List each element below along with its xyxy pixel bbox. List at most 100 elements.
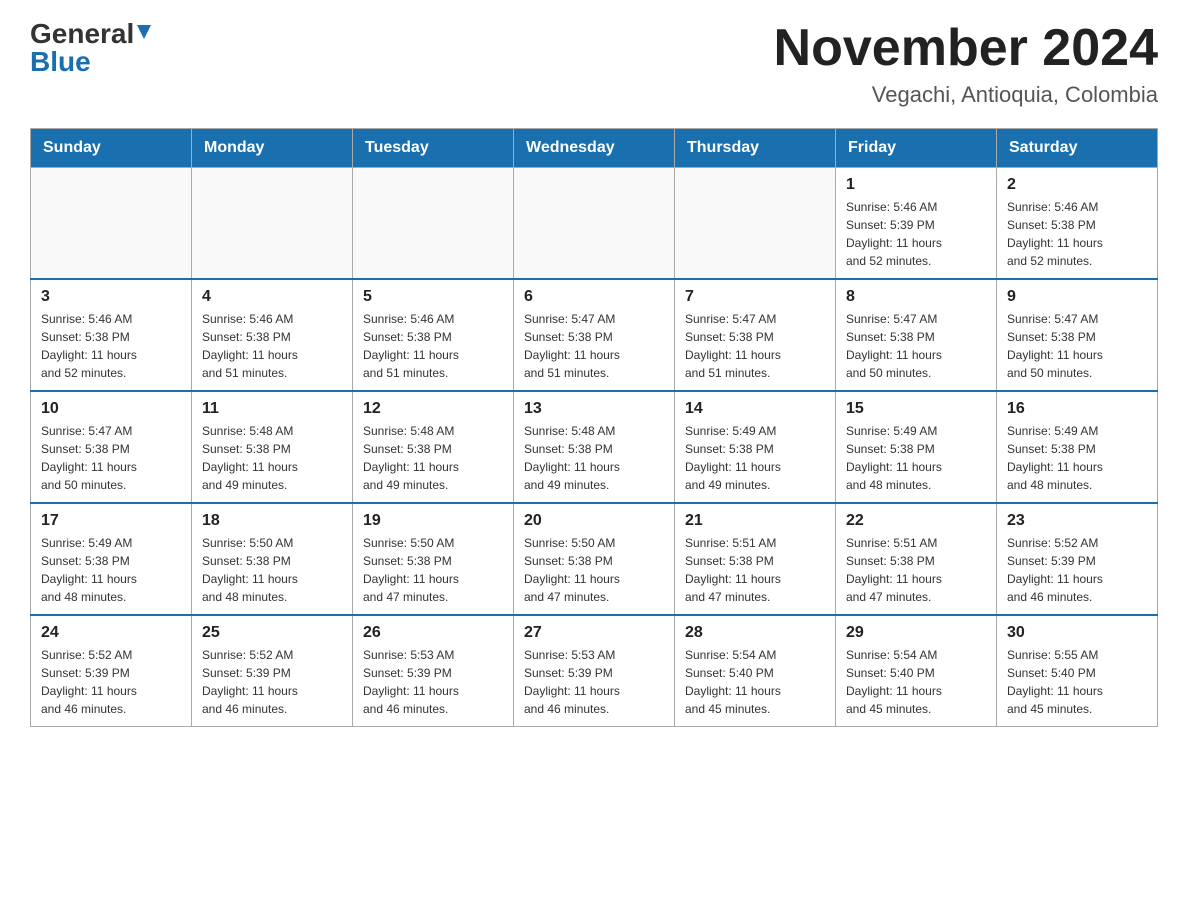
table-row: 29Sunrise: 5:54 AM Sunset: 5:40 PM Dayli… (836, 615, 997, 727)
day-info: Sunrise: 5:46 AM Sunset: 5:39 PM Dayligh… (846, 198, 986, 270)
calendar-week-row: 10 Sunrise: 5:47 AM Sunset: 5:38 PM Dayli… (31, 391, 1158, 503)
day-info: Sunrise: 5:50 AM Sunset: 5:38 PM Dayligh… (524, 534, 664, 606)
header-friday: Friday (836, 129, 997, 168)
day-number: 18 (202, 512, 342, 530)
table-row: 17 Sunrise: 5:49 AM Sunset: 5:38 PM Dayli… (31, 503, 192, 615)
day-info: Sunrise: 5:51 AM Sunset: 5:38 PM Dayligh… (846, 534, 986, 606)
table-row: 9 Sunrise: 5:47 AM Sunset: 5:38 PM Daylig… (997, 279, 1158, 391)
day-number: 30 (1007, 624, 1147, 642)
title-section: November 2024 Vegachi, Antioquia, Colomb… (774, 20, 1158, 108)
day-number: 3 (41, 288, 181, 306)
day-info: Sunrise: 5:54 AM Sunset: 5:40 PM Dayligh… (685, 646, 825, 718)
table-row: 22 Sunrise: 5:51 AM Sunset: 5:38 PM Dayli… (836, 503, 997, 615)
table-row: 3 Sunrise: 5:46 AM Sunset: 5:38 PM Daylig… (31, 279, 192, 391)
day-info: Sunrise: 5:52 AM Sunset: 5:39 PM Dayligh… (1007, 534, 1147, 606)
table-row: 28Sunrise: 5:54 AM Sunset: 5:40 PM Dayli… (675, 615, 836, 727)
day-number: 17 (41, 512, 181, 530)
day-info: Sunrise: 5:53 AM Sunset: 5:39 PM Dayligh… (363, 646, 503, 718)
header-sunday: Sunday (31, 129, 192, 168)
day-info: Sunrise: 5:49 AM Sunset: 5:38 PM Dayligh… (846, 422, 986, 494)
weekday-header-row: Sunday Monday Tuesday Wednesday Thursday… (31, 129, 1158, 168)
table-row: 16 Sunrise: 5:49 AM Sunset: 5:38 PM Dayli… (997, 391, 1158, 503)
day-number: 10 (41, 400, 181, 418)
header-saturday: Saturday (997, 129, 1158, 168)
calendar-week-row: 17 Sunrise: 5:49 AM Sunset: 5:38 PM Dayli… (31, 503, 1158, 615)
table-row: 2Sunrise: 5:46 AM Sunset: 5:38 PM Daylig… (997, 168, 1158, 280)
table-row: 26 Sunrise: 5:53 AM Sunset: 5:39 PM Dayli… (353, 615, 514, 727)
day-info: Sunrise: 5:51 AM Sunset: 5:38 PM Dayligh… (685, 534, 825, 606)
day-number: 23 (1007, 512, 1147, 530)
table-row: 27 Sunrise: 5:53 AM Sunset: 5:39 PM Dayli… (514, 615, 675, 727)
day-info: Sunrise: 5:49 AM Sunset: 5:38 PM Dayligh… (41, 534, 181, 606)
table-row: 18 Sunrise: 5:50 AM Sunset: 5:38 PM Dayli… (192, 503, 353, 615)
calendar-subtitle: Vegachi, Antioquia, Colombia (774, 82, 1158, 108)
day-info: Sunrise: 5:54 AM Sunset: 5:40 PM Dayligh… (846, 646, 986, 718)
day-number: 8 (846, 288, 986, 306)
table-row (353, 168, 514, 280)
day-number: 4 (202, 288, 342, 306)
table-row (192, 168, 353, 280)
table-row: 1Sunrise: 5:46 AM Sunset: 5:39 PM Daylig… (836, 168, 997, 280)
table-row: 23 Sunrise: 5:52 AM Sunset: 5:39 PM Dayli… (997, 503, 1158, 615)
day-info: Sunrise: 5:48 AM Sunset: 5:38 PM Dayligh… (363, 422, 503, 494)
calendar-week-row: 3 Sunrise: 5:46 AM Sunset: 5:38 PM Daylig… (31, 279, 1158, 391)
table-row: 6 Sunrise: 5:47 AM Sunset: 5:38 PM Daylig… (514, 279, 675, 391)
day-info: Sunrise: 5:46 AM Sunset: 5:38 PM Dayligh… (202, 310, 342, 382)
calendar-week-row: 1Sunrise: 5:46 AM Sunset: 5:39 PM Daylig… (31, 168, 1158, 280)
day-number: 20 (524, 512, 664, 530)
day-info: Sunrise: 5:48 AM Sunset: 5:38 PM Dayligh… (524, 422, 664, 494)
table-row: 5Sunrise: 5:46 AM Sunset: 5:38 PM Daylig… (353, 279, 514, 391)
calendar-week-row: 24 Sunrise: 5:52 AM Sunset: 5:39 PM Dayli… (31, 615, 1158, 727)
table-row: 24Sunrise: 5:52 AM Sunset: 5:39 PM Dayli… (31, 615, 192, 727)
table-row: 4 Sunrise: 5:46 AM Sunset: 5:38 PM Daylig… (192, 279, 353, 391)
table-row: 11 Sunrise: 5:48 AM Sunset: 5:38 PM Dayli… (192, 391, 353, 503)
day-number: 11 (202, 400, 342, 418)
day-number: 14 (685, 400, 825, 418)
day-info: Sunrise: 5:47 AM Sunset: 5:38 PM Dayligh… (524, 310, 664, 382)
table-row: 12Sunrise: 5:48 AM Sunset: 5:38 PM Dayli… (353, 391, 514, 503)
calendar-title: November 2024 (774, 20, 1158, 77)
header-wednesday: Wednesday (514, 129, 675, 168)
day-number: 22 (846, 512, 986, 530)
day-info: Sunrise: 5:49 AM Sunset: 5:38 PM Dayligh… (1007, 422, 1147, 494)
day-number: 19 (363, 512, 503, 530)
day-info: Sunrise: 5:46 AM Sunset: 5:38 PM Dayligh… (41, 310, 181, 382)
header-thursday: Thursday (675, 129, 836, 168)
table-row: 20 Sunrise: 5:50 AM Sunset: 5:38 PM Dayli… (514, 503, 675, 615)
day-number: 13 (524, 400, 664, 418)
day-number: 25 (202, 624, 342, 642)
day-number: 26 (363, 624, 503, 642)
table-row: 21Sunrise: 5:51 AM Sunset: 5:38 PM Dayli… (675, 503, 836, 615)
table-row: 25 Sunrise: 5:52 AM Sunset: 5:39 PM Dayli… (192, 615, 353, 727)
table-row (514, 168, 675, 280)
day-info: Sunrise: 5:47 AM Sunset: 5:38 PM Dayligh… (685, 310, 825, 382)
page-header: General Blue November 2024 Vegachi, Anti… (30, 20, 1158, 108)
day-number: 6 (524, 288, 664, 306)
day-info: Sunrise: 5:52 AM Sunset: 5:39 PM Dayligh… (202, 646, 342, 718)
table-row: 10 Sunrise: 5:47 AM Sunset: 5:38 PM Dayli… (31, 391, 192, 503)
table-row: 15Sunrise: 5:49 AM Sunset: 5:38 PM Dayli… (836, 391, 997, 503)
logo-general-text: General (30, 20, 134, 48)
day-info: Sunrise: 5:50 AM Sunset: 5:38 PM Dayligh… (363, 534, 503, 606)
day-number: 24 (41, 624, 181, 642)
day-info: Sunrise: 5:47 AM Sunset: 5:38 PM Dayligh… (846, 310, 986, 382)
table-row (31, 168, 192, 280)
day-info: Sunrise: 5:46 AM Sunset: 5:38 PM Dayligh… (1007, 198, 1147, 270)
day-number: 7 (685, 288, 825, 306)
logo: General Blue (30, 20, 153, 78)
logo-blue-text: Blue (30, 46, 91, 78)
day-info: Sunrise: 5:53 AM Sunset: 5:39 PM Dayligh… (524, 646, 664, 718)
table-row: 13 Sunrise: 5:48 AM Sunset: 5:38 PM Dayli… (514, 391, 675, 503)
day-info: Sunrise: 5:48 AM Sunset: 5:38 PM Dayligh… (202, 422, 342, 494)
day-number: 27 (524, 624, 664, 642)
table-row: 8 Sunrise: 5:47 AM Sunset: 5:38 PM Daylig… (836, 279, 997, 391)
day-number: 9 (1007, 288, 1147, 306)
day-number: 16 (1007, 400, 1147, 418)
day-info: Sunrise: 5:55 AM Sunset: 5:40 PM Dayligh… (1007, 646, 1147, 718)
table-row (675, 168, 836, 280)
day-info: Sunrise: 5:47 AM Sunset: 5:38 PM Dayligh… (41, 422, 181, 494)
day-info: Sunrise: 5:50 AM Sunset: 5:38 PM Dayligh… (202, 534, 342, 606)
day-info: Sunrise: 5:49 AM Sunset: 5:38 PM Dayligh… (685, 422, 825, 494)
table-row: 7 Sunrise: 5:47 AM Sunset: 5:38 PM Daylig… (675, 279, 836, 391)
day-info: Sunrise: 5:47 AM Sunset: 5:38 PM Dayligh… (1007, 310, 1147, 382)
